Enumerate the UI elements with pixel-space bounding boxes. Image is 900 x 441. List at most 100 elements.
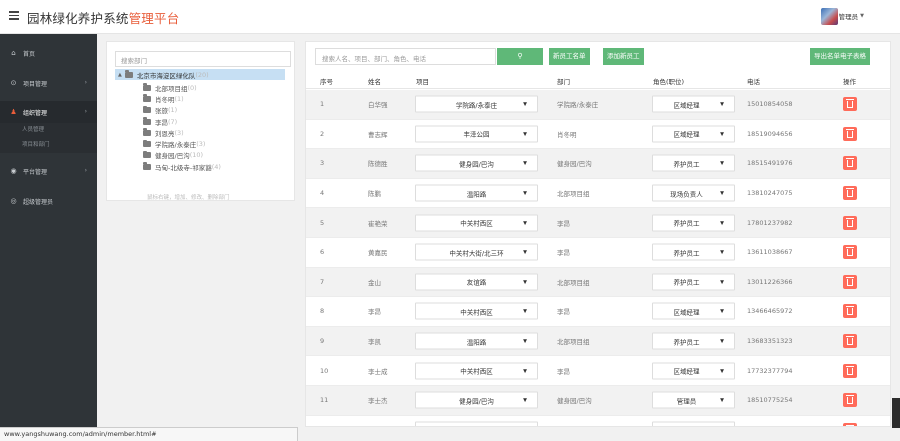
role-select-value: 现场负责人 [670,190,703,199]
role-select[interactable]: 管理员 ▼ [652,391,735,409]
hamburger-menu-icon[interactable] [9,11,19,20]
role-select[interactable]: 养护员工 ▼ [652,273,735,291]
folder-icon [143,162,151,170]
tree-node[interactable]: 肖冬明 (1) [143,93,221,104]
folder-icon [143,117,151,125]
delete-button[interactable] [843,97,857,112]
sidebar-item-home[interactable]: ⌂ 首页 [0,42,97,64]
table-row: 3 陈德胜 健身园/巴沟 ▼ 健身园/巴沟 养护员工 ▼ 18515491976 [306,149,890,179]
tree-node-count: (7) [168,117,178,126]
role-select[interactable]: 现场负责人▼ [652,184,735,202]
cell-name: 李士杰 [368,397,388,406]
sidebar-item-super-admin[interactable]: ◎ 超级管理员 [0,190,97,212]
trash-icon [846,188,854,198]
project-select[interactable]: 友谊路▼ [415,421,538,426]
project-select[interactable]: 温阳路 ▼ [415,184,538,202]
cell-phone: 18510775254 [747,396,793,405]
cell-no: 12 [320,426,328,427]
cell-phone: 17801237982 [747,218,793,227]
caret-down-icon: ▼ [523,160,527,167]
project-select[interactable]: 丰泽公园 ▼ [415,125,538,143]
cell-phone: 13683351323 [747,337,793,346]
delete-button[interactable] [843,422,857,426]
chevron-right-icon: › [84,79,87,86]
scroll-tab[interactable] [892,398,900,428]
project-select[interactable]: 中关村大街/北三环 ▼ [415,243,538,261]
project-select[interactable]: 温阳路 ▼ [415,332,538,350]
sidebar-item-platform[interactable]: ◉ 平台管理 › [0,160,97,182]
chevron-right-icon: › [84,167,87,174]
project-select[interactable]: 中关村西区 ▼ [415,214,538,232]
caret-down-icon: ▼ [720,397,724,404]
sidebar-item-organization[interactable]: ♟ 组织管理 › [0,101,97,123]
role-select-value: 区域经理 [673,308,700,317]
project-select[interactable]: 健身园/巴沟 ▼ [415,154,538,172]
tree-node[interactable]: 李昂 (7) [143,116,221,127]
sidebar-subitem-staff[interactable]: 人员管理 [0,123,97,138]
member-search-input[interactable]: 搜索人名、项目、部门、角色、电话 [315,48,496,65]
sidebar-subitem-projects-depts[interactable]: 项目和部门 [0,138,97,153]
header-project: 项目 [416,78,429,86]
delete-button[interactable] [843,334,857,349]
delete-button[interactable] [843,274,857,289]
user-menu[interactable]: 管理员 ▼ [820,7,864,25]
new-roster-button[interactable]: 新员工名单 [549,48,590,65]
folder-icon [143,128,151,136]
role-select[interactable]: 区域经理 ▼ [652,362,735,380]
cell-name: 崔艳荣 [368,219,388,228]
add-employee-button[interactable]: 添加新员工 [603,48,644,65]
user-name[interactable]: 管理员 [839,11,859,21]
table-row: 12 李也 友谊路▼ 北部项目组 现场负责人▼ 18531449477 [306,416,890,427]
expand-triangle-icon[interactable]: ▲ [118,72,122,78]
cell-name: 陈德胜 [368,160,388,169]
trash-icon [846,158,854,168]
tree-node[interactable]: 张旅 (1) [143,105,221,116]
tree-node[interactable]: 学院路/永泰庄 (3) [143,138,221,149]
tree-node[interactable]: 北部项目组 (0) [143,82,221,93]
role-select[interactable]: 养护员工 ▼ [652,214,735,232]
chevron-down-icon[interactable]: ▼ [860,13,864,19]
tree-node-count: (4) [211,162,221,171]
department-search-input[interactable]: 搜索部门 [115,51,291,67]
role-select[interactable]: 养护员工 ▼ [652,243,735,261]
project-select[interactable]: 友谊路▼ [415,273,538,291]
tree-root-node[interactable]: ▲ 北京市海淀区绿化队 (20) [115,69,285,80]
project-select[interactable]: 健身园/巴沟 ▼ [415,391,538,409]
role-select[interactable]: 区域经理 ▼ [652,125,735,143]
role-select[interactable]: 现场负责人▼ [652,421,735,426]
project-select-value: 中关村西区 [460,367,493,376]
cell-dept: 北部项目组 [557,338,590,347]
header-actions: 操作 [843,78,856,86]
role-select[interactable]: 区域经理 ▼ [652,95,735,113]
trash-icon [846,99,854,109]
delete-button[interactable] [843,245,857,260]
delete-button[interactable] [843,304,857,319]
avatar[interactable] [820,7,838,25]
search-button[interactable]: ⚲ [497,48,543,65]
role-select[interactable]: 养护员工 ▼ [652,332,735,350]
tree-node-label: 张旅 [155,107,168,116]
delete-button[interactable] [843,393,857,408]
project-select[interactable]: 学院路/永泰庄 ▼ [415,95,538,113]
export-spreadsheet-button[interactable]: 导出名单电子表格 [810,48,870,65]
project-select-value: 中关村西区 [460,219,493,228]
sidebar-item-projects[interactable]: ⊙ 项目管理 › [0,72,97,94]
delete-button[interactable] [843,186,857,201]
caret-down-icon: ▼ [720,308,724,315]
project-select[interactable]: 中关村西区 ▼ [415,362,538,380]
tree-node[interactable]: 刘恩亮 (3) [143,127,221,138]
tree-node-count: (3) [174,128,184,137]
project-select[interactable]: 中关村西区 ▼ [415,302,538,320]
tree-node-label: 李昂 [155,118,168,127]
role-select-value: 养护员工 [673,338,700,347]
member-table-panel: 搜索人名、项目、部门、角色、电话 ⚲ 新员工名单 添加新员工 导出名单电子表格 … [305,41,891,427]
tree-node[interactable]: 健身园/巴沟 (10) [143,150,221,161]
role-select[interactable]: 区域经理 ▼ [652,302,735,320]
delete-button[interactable] [843,215,857,230]
cell-no: 4 [320,189,325,198]
tree-node[interactable]: 马甸-北级寺-祁家豁 (4) [143,161,221,172]
delete-button[interactable] [843,156,857,171]
delete-button[interactable] [843,363,857,378]
delete-button[interactable] [843,126,857,141]
role-select[interactable]: 养护员工 ▼ [652,154,735,172]
